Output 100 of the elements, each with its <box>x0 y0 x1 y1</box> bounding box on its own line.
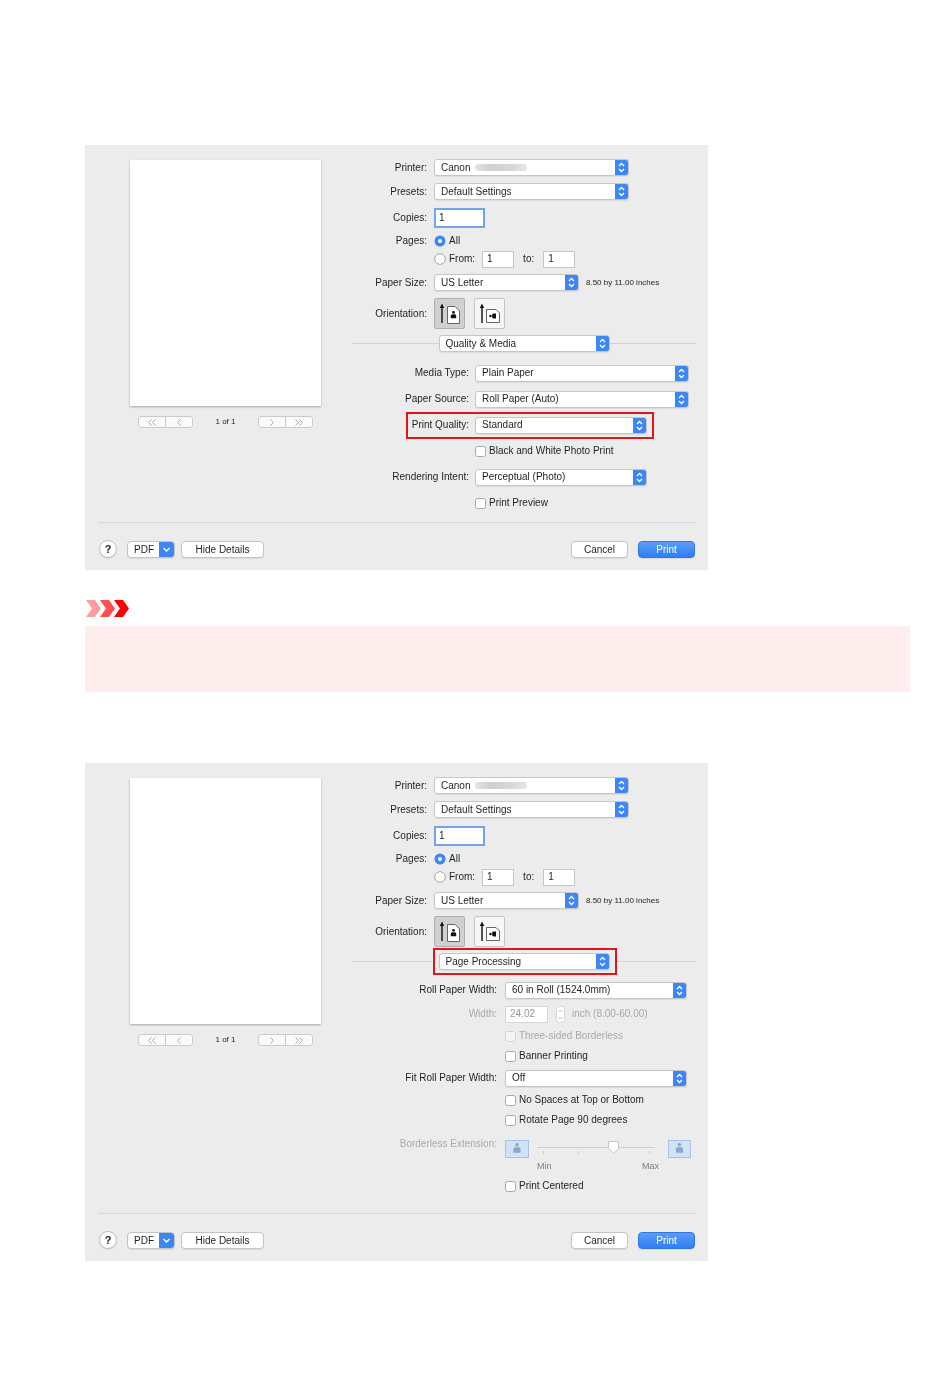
orientation-button[interactable] <box>434 916 465 947</box>
field-label: Media Type: <box>414 367 469 379</box>
popup-menu[interactable]: US Letter <box>434 274 579 291</box>
landscape-page-icon <box>478 920 501 943</box>
checkbox-icon[interactable] <box>505 1050 516 1062</box>
up-down-arrows-icon <box>565 893 578 908</box>
paper-size-note: 8.50 by 11.00 inches <box>586 894 660 907</box>
popup-menu[interactable]: US Letter <box>434 892 579 909</box>
help-button[interactable]: ? <box>99 540 117 558</box>
popup-menu[interactable]: Off <box>505 1069 687 1087</box>
field-label: Width: <box>468 1008 497 1020</box>
popup-menu[interactable]: Page Processing <box>438 953 610 970</box>
field-label: Paper Size: <box>375 276 427 289</box>
field-label: Printer: <box>394 161 427 174</box>
popup-menu[interactable]: Canon <box>434 777 629 794</box>
unit-label: inch (8.00-60.00) <box>572 1008 648 1020</box>
field-label: Pages: <box>395 235 427 247</box>
paper-size-note: 8.50 by 11.00 inches <box>586 276 660 289</box>
field-label: to: <box>523 871 535 883</box>
page-to-field[interactable]: 1 <box>543 868 576 886</box>
chevron-left-icon <box>174 418 184 426</box>
orientation-button[interactable] <box>434 298 465 329</box>
radio-button-icon[interactable] <box>434 253 446 265</box>
hide-details-button[interactable]: Hide Details <box>181 1232 264 1249</box>
first-page-button[interactable] <box>138 416 166 428</box>
slider-max-label: Max <box>642 1161 659 1172</box>
up-down-arrows-icon <box>615 778 628 793</box>
field-label: Presets: <box>390 185 427 198</box>
pdf-menu-button[interactable]: PDF <box>127 1232 175 1249</box>
portrait-page-icon <box>438 920 461 943</box>
checkbox-icon[interactable] <box>475 445 486 457</box>
person-tile-icon <box>505 1140 529 1158</box>
chevron-left-icon <box>174 1036 184 1044</box>
checkbox-icon[interactable] <box>505 1114 516 1126</box>
double-chevron-left-icon <box>147 1036 157 1044</box>
landscape-page-icon <box>478 302 501 325</box>
checkbox-option[interactable]: Print Centered <box>505 1180 584 1192</box>
orientation-button[interactable] <box>474 916 505 947</box>
help-button[interactable]: ? <box>99 1231 117 1249</box>
field-label: Paper Size: <box>375 894 427 907</box>
copies-field[interactable]: 1 <box>434 826 485 846</box>
cancel-button[interactable]: Cancel <box>571 541 628 558</box>
last-page-button[interactable] <box>285 416 313 428</box>
field-label: Orientation: <box>375 925 427 938</box>
next-page-button[interactable] <box>258 416 286 428</box>
radio-button-icon[interactable] <box>434 853 446 865</box>
page-to-field[interactable]: 1 <box>543 250 576 268</box>
checkbox-option[interactable]: Banner Printing <box>505 1050 588 1062</box>
up-down-arrows-icon <box>595 336 609 351</box>
popup-menu[interactable]: 60 in Roll (1524.0mm) <box>505 981 687 999</box>
orientation-button[interactable] <box>474 298 505 329</box>
page-counter: 1 of 1 <box>215 1035 236 1045</box>
last-page-button[interactable] <box>285 1034 313 1046</box>
field-label: Copies: <box>393 212 427 224</box>
checkbox-icon[interactable] <box>505 1180 516 1192</box>
checkbox-option[interactable]: No Spaces at Top or Bottom <box>505 1094 644 1106</box>
checkbox-option[interactable]: Black and White Photo Print <box>475 445 614 457</box>
next-page-button[interactable] <box>258 1034 286 1046</box>
field-label: Paper Source: <box>405 393 469 405</box>
field-label: Print Quality: <box>411 419 469 431</box>
first-page-button[interactable] <box>138 1034 166 1046</box>
radio-option[interactable]: From: <box>434 253 476 265</box>
popup-menu[interactable]: Default Settings <box>434 183 629 200</box>
radio-button-icon[interactable] <box>434 235 446 247</box>
hide-details-button[interactable]: Hide Details <box>181 541 264 558</box>
checkbox-icon[interactable] <box>475 497 486 509</box>
checkbox-icon[interactable] <box>505 1094 516 1106</box>
checkbox-option[interactable]: Rotate Page 90 degrees <box>505 1114 628 1126</box>
popup-menu[interactable]: Standard <box>475 416 647 434</box>
previous-page-button[interactable] <box>165 1034 193 1046</box>
popup-menu[interactable]: Default Settings <box>434 801 629 818</box>
popup-menu[interactable]: Plain Paper <box>475 364 689 382</box>
copies-field[interactable]: 1 <box>434 208 485 228</box>
field-label: Printer: <box>394 779 427 792</box>
checkbox-option[interactable]: Print Preview <box>475 497 548 509</box>
page-counter: 1 of 1 <box>215 417 236 427</box>
popup-menu[interactable]: Quality & Media <box>438 335 610 352</box>
radio-option[interactable]: All <box>434 853 461 865</box>
radio-button-icon[interactable] <box>434 871 446 883</box>
page-from-field[interactable]: 1 <box>482 250 515 268</box>
field-label: Rendering Intent: <box>392 471 469 483</box>
popup-menu[interactable]: Roll Paper (Auto) <box>475 390 689 408</box>
field-label: Orientation: <box>375 307 427 320</box>
popup-menu[interactable]: Perceptual (Photo) <box>475 468 647 486</box>
up-down-arrows-icon <box>633 417 646 433</box>
popup-menu[interactable]: Canon <box>434 159 629 176</box>
previous-page-button[interactable] <box>165 416 193 428</box>
page-from-field[interactable]: 1 <box>482 868 515 886</box>
up-down-arrows-icon <box>595 954 609 969</box>
double-chevron-left-icon <box>147 418 157 426</box>
chevron-down-icon <box>159 1233 174 1248</box>
up-down-arrows-icon <box>675 365 688 381</box>
pdf-menu-button[interactable]: PDF <box>127 541 175 558</box>
person-tile-icon <box>668 1140 691 1158</box>
double-chevron-right-icon <box>294 418 304 426</box>
field-label: Copies: <box>393 830 427 842</box>
cancel-button[interactable]: Cancel <box>571 1232 628 1249</box>
radio-option[interactable]: All <box>434 235 461 247</box>
radio-option[interactable]: From: <box>434 871 476 883</box>
up-down-arrows-icon <box>633 469 646 485</box>
